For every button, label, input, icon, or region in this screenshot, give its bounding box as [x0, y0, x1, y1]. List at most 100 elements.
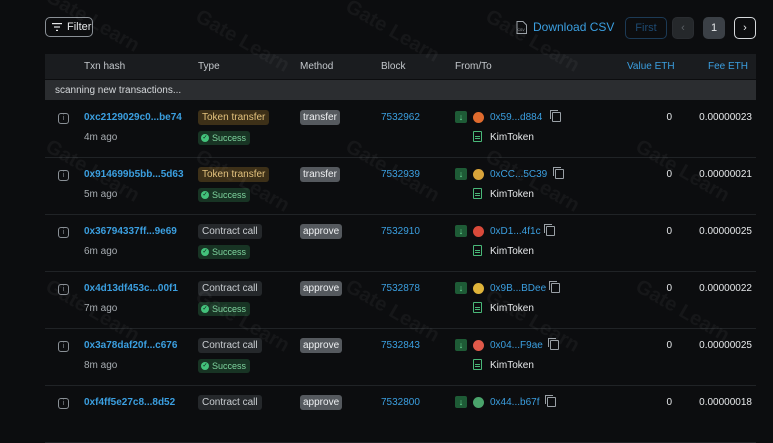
download-csv-label: Download CSV: [533, 20, 615, 34]
incoming-arrow-icon: ↓: [455, 282, 467, 294]
to-contract-name[interactable]: KimToken: [490, 132, 534, 143]
header-type: Type: [198, 61, 220, 72]
method-badge: approve: [300, 281, 343, 296]
address-avatar: [473, 340, 484, 351]
incoming-arrow-icon: ↓: [455, 168, 467, 180]
to-contract-name[interactable]: KimToken: [490, 303, 534, 314]
txn-fee: 0.00000023: [699, 112, 752, 123]
status-badge: ✓ Success: [198, 359, 251, 373]
filter-button[interactable]: Filter: [45, 17, 93, 37]
check-icon: ✓: [201, 134, 209, 142]
status-label: Success: [212, 304, 247, 314]
row-details-icon[interactable]: i: [58, 113, 69, 124]
from-address-link[interactable]: 0xD1...4f1c: [490, 226, 541, 237]
block-link[interactable]: 7532800: [381, 397, 420, 408]
status-badge: ✓ Success: [198, 245, 251, 259]
svg-text:CSV: CSV: [518, 28, 526, 32]
status-label: Success: [212, 247, 247, 257]
txn-age: 8m ago: [84, 360, 118, 371]
contract-icon: [473, 188, 482, 199]
copy-icon[interactable]: [553, 167, 564, 179]
filter-label: Filter: [67, 21, 92, 33]
download-csv-button[interactable]: CSV Download CSV: [516, 20, 614, 34]
header-fee[interactable]: Fee ETH: [708, 61, 748, 72]
table-row[interactable]: i 0x36794337ff...9e69 6m ago Contract call ✓…: [45, 214, 756, 272]
txn-fee: 0.00000018: [699, 397, 752, 408]
header-from-to: From/To: [455, 61, 492, 72]
row-details-icon[interactable]: i: [58, 341, 69, 352]
filter-icon: [52, 23, 62, 31]
method-badge: approve: [300, 338, 343, 353]
status-badge: ✓ Success: [198, 302, 251, 316]
method-badge: approve: [300, 224, 343, 239]
txn-age: 6m ago: [84, 246, 118, 257]
block-link[interactable]: 7532843: [381, 340, 420, 351]
block-link[interactable]: 7532878: [381, 283, 420, 294]
incoming-arrow-icon: ↓: [455, 396, 467, 408]
txn-hash-link[interactable]: 0x3a78daf20f...c676: [84, 340, 177, 351]
row-details-icon[interactable]: i: [58, 284, 69, 295]
copy-icon[interactable]: [545, 395, 556, 407]
block-link[interactable]: 7532910: [381, 226, 420, 237]
next-page-button[interactable]: ›: [734, 17, 756, 39]
address-avatar: [473, 112, 484, 123]
header-block: Block: [381, 61, 406, 72]
copy-icon[interactable]: [548, 338, 559, 350]
address-avatar: [473, 169, 484, 180]
method-badge: approve: [300, 395, 343, 410]
txn-hash-link[interactable]: 0x4d13df453c...00f1: [84, 283, 178, 294]
copy-icon[interactable]: [549, 281, 560, 293]
txn-value: 0: [666, 169, 672, 180]
txn-type-badge: Contract call: [198, 395, 262, 410]
row-details-icon[interactable]: i: [58, 170, 69, 181]
status-badge: ✓ Success: [198, 188, 251, 202]
table-row[interactable]: i 0x3a78daf20f...c676 8m ago Contract call ✓…: [45, 328, 756, 386]
scanning-status: scanning new transactions...: [45, 80, 756, 100]
table-row[interactable]: i 0xc2129029c0...be74 4m ago Token transfer…: [45, 100, 756, 158]
table-header: Txn hash Type Method Block From/To Value…: [45, 54, 756, 79]
header-value[interactable]: Value ETH: [627, 61, 675, 72]
txn-hash-link[interactable]: 0xc2129029c0...be74: [84, 112, 182, 123]
address-avatar: [473, 283, 484, 294]
csv-file-icon: CSV: [516, 20, 527, 34]
incoming-arrow-icon: ↓: [455, 339, 467, 351]
txn-age: 7m ago: [84, 303, 118, 314]
current-page[interactable]: 1: [703, 17, 725, 39]
txn-type-badge: Contract call: [198, 281, 262, 296]
to-contract-name[interactable]: KimToken: [490, 246, 534, 257]
contract-icon: [473, 302, 482, 313]
from-address-link[interactable]: 0xCC...5C39: [490, 169, 547, 180]
txn-hash-link[interactable]: 0xf4ff5e27c8...8d52: [84, 397, 175, 408]
txn-value: 0: [666, 283, 672, 294]
from-address-link[interactable]: 0x04...F9ae: [490, 340, 543, 351]
table-row[interactable]: i 0xf4ff5e27c8...8d52 Contract call approve…: [45, 385, 756, 443]
toolbar: Filter CSV Download CSV First ‹ 1 ›: [0, 0, 773, 52]
block-link[interactable]: 7532962: [381, 112, 420, 123]
from-address-link[interactable]: 0x59...d884: [490, 112, 542, 123]
contract-icon: [473, 131, 482, 142]
status-label: Success: [212, 133, 247, 143]
txn-type-badge: Contract call: [198, 224, 262, 239]
header-method: Method: [300, 61, 334, 72]
to-contract-name[interactable]: KimToken: [490, 189, 534, 200]
txn-hash-link[interactable]: 0x914699b5bb...5d63: [84, 169, 184, 180]
status-badge: ✓ Success: [198, 131, 251, 145]
to-contract-name[interactable]: KimToken: [490, 360, 534, 371]
txn-fee: 0.00000025: [699, 226, 752, 237]
row-details-icon[interactable]: i: [58, 227, 69, 238]
table-row[interactable]: i 0x4d13df453c...00f1 7m ago Contract call ✓…: [45, 271, 756, 329]
address-avatar: [473, 226, 484, 237]
table-row[interactable]: i 0x914699b5bb...5d63 5m ago Token transfer…: [45, 157, 756, 215]
copy-icon[interactable]: [544, 224, 555, 236]
row-details-icon[interactable]: i: [58, 398, 69, 409]
txn-hash-link[interactable]: 0x36794337ff...9e69: [84, 226, 177, 237]
contract-icon: [473, 359, 482, 370]
prev-page-button[interactable]: ‹: [672, 17, 694, 39]
check-icon: ✓: [201, 248, 209, 256]
txn-type-badge: Token transfer: [198, 110, 270, 125]
from-address-link[interactable]: 0x44...b67f: [490, 397, 539, 408]
copy-icon[interactable]: [550, 110, 561, 122]
block-link[interactable]: 7532939: [381, 169, 420, 180]
from-address-link[interactable]: 0x9B...BDee: [490, 283, 546, 294]
first-page-button[interactable]: First: [625, 17, 667, 39]
